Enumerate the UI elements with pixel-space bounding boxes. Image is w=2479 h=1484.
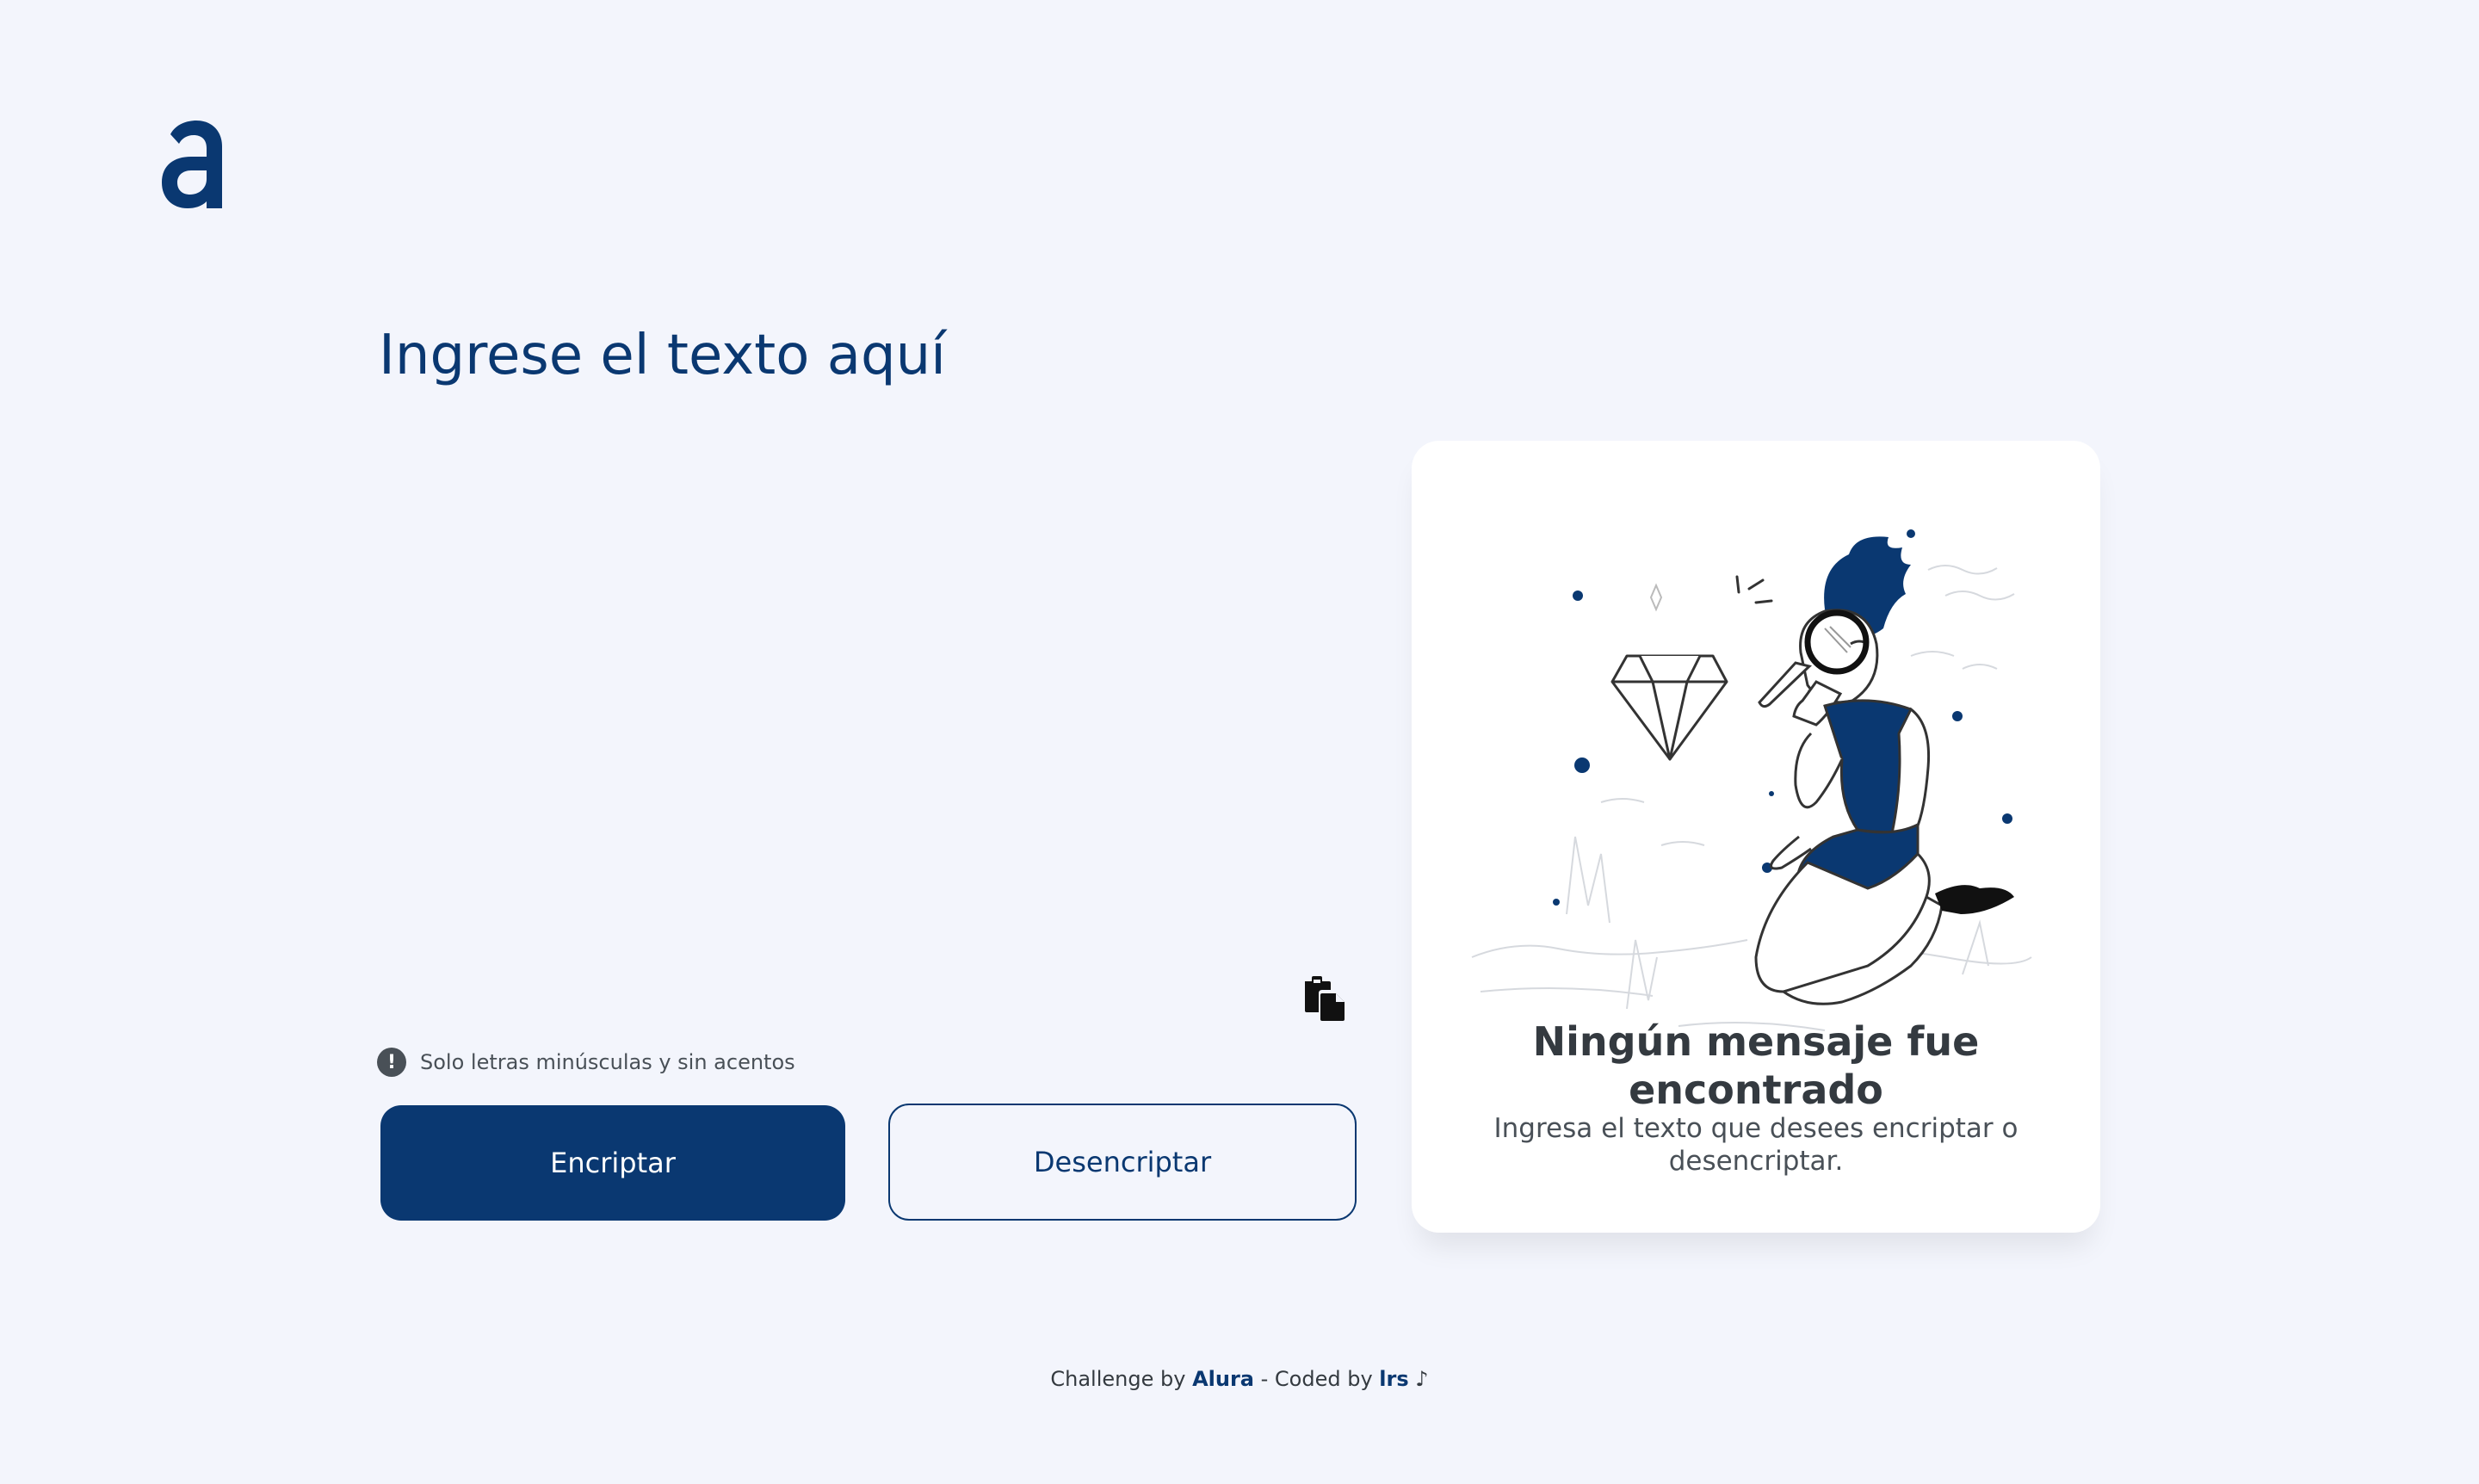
clipboard-paste-icon[interactable]	[1300, 974, 1348, 1023]
hint-text: Solo letras minúsculas y sin acentos	[420, 1050, 795, 1074]
text-input[interactable]	[379, 320, 1369, 1026]
person-with-magnifying-glass-illustration	[1471, 529, 2032, 1031]
input-hint: ! Solo letras minúsculas y sin acentos	[377, 1047, 795, 1078]
empty-state-title: Ningún mensaje fue encontrado	[1532, 1018, 1980, 1113]
footer-challenge-prefix: Challenge by	[1050, 1367, 1186, 1391]
app-page: ! Solo letras minúsculas y sin acentos E…	[0, 0, 2479, 1484]
result-panel: Ningún mensaje fue encontrado Ingresa el…	[1412, 441, 2100, 1233]
encrypt-button[interactable]: Encriptar	[380, 1105, 845, 1221]
empty-state-subtitle: Ingresa el texto que desees encriptar o …	[1493, 1113, 2018, 1177]
decrypt-button[interactable]: Desencriptar	[888, 1104, 1357, 1221]
footer: Challenge by Alura - Coded by lrs ♪	[0, 1367, 2479, 1391]
footer-coded-prefix: Coded by	[1274, 1367, 1373, 1391]
exclamation-circle-icon: !	[377, 1048, 406, 1077]
footer-separator: -	[1253, 1367, 1275, 1391]
music-note-icon: ♪	[1415, 1367, 1429, 1391]
footer-brand-link[interactable]: Alura	[1192, 1367, 1254, 1391]
alura-logo-icon[interactable]	[162, 121, 224, 208]
footer-author-link[interactable]: lrs	[1379, 1367, 1408, 1391]
